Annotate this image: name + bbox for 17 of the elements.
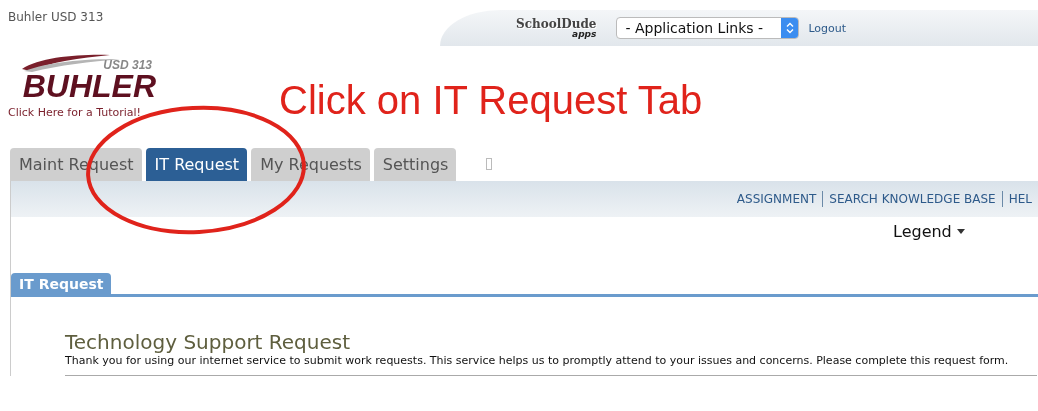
- form-title: Technology Support Request: [65, 330, 352, 354]
- resize-handle[interactable]: [486, 157, 493, 170]
- stepper-icon: [781, 18, 799, 38]
- tab[interactable]: IT Request: [145, 148, 248, 181]
- application-links-select[interactable]: - Application Links -: [616, 17, 800, 39]
- nav-link[interactable]: ASSIGNMENT: [730, 192, 823, 206]
- brand-logo: SchoolDude apps: [516, 17, 597, 39]
- form-description: Thank you for using our internet service to submit work requests. This service helps us to promptly attend to your issues and concerns. Please complete this request form.: [65, 354, 1010, 367]
- site-name: Buhler USD 313: [7, 9, 105, 26]
- school-logo: USD 313 BUHLER: [20, 53, 160, 103]
- legend-dropdown[interactable]: Legend: [893, 217, 965, 245]
- tab[interactable]: Settings: [373, 148, 457, 181]
- logout-link[interactable]: Logout: [808, 21, 847, 35]
- caret-icon: [956, 228, 965, 234]
- nav-link[interactable]: HEL: [1002, 192, 1038, 206]
- annotation-text: Click on IT Request Tab: [279, 78, 703, 123]
- nav-link[interactable]: SEARCH KNOWLEDGE BASE: [823, 192, 1002, 206]
